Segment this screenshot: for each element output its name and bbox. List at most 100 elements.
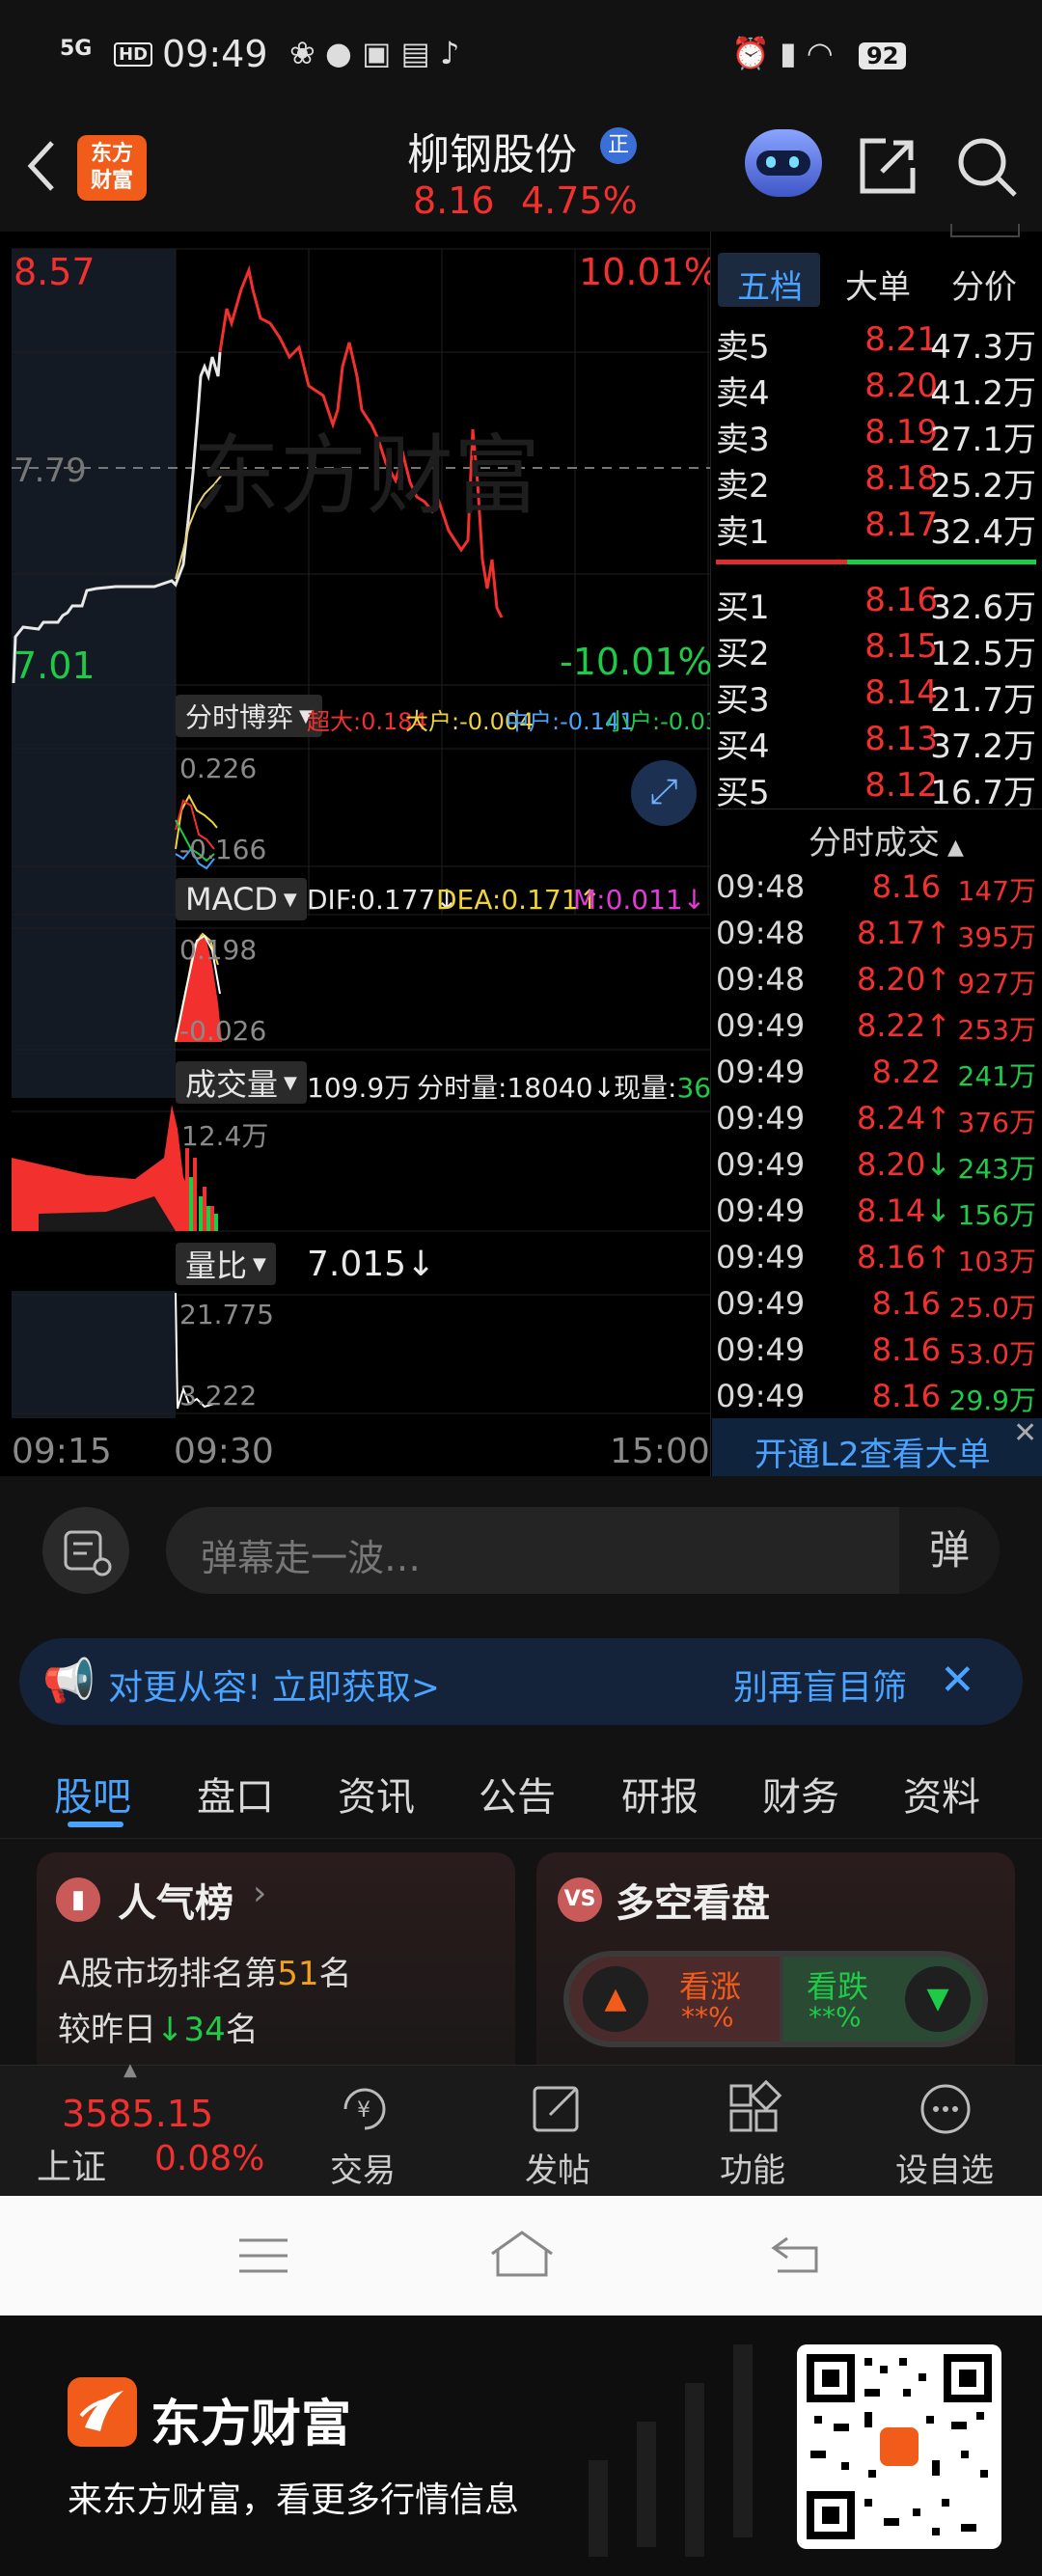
tab-pankou[interactable]: 盘口 [197, 1766, 274, 1822]
vs-icon: VS [558, 1877, 602, 1922]
clock: 09:49 [162, 33, 268, 75]
tab-price-distribution[interactable]: 分价 [951, 260, 1017, 308]
time-axis-label: 09:30 [174, 1432, 274, 1471]
tab-research[interactable]: 研报 [621, 1766, 699, 1822]
battery-icon: 92 [859, 42, 907, 69]
tab-profile[interactable]: 资料 [903, 1766, 980, 1822]
ind3-axis-top: 12.4万 [181, 1120, 269, 1152]
indicator-selector-2[interactable]: MACD ▼ [176, 878, 307, 920]
brand-name: 东方财富 [151, 2396, 352, 2453]
ask-bid-ratio-bar [716, 560, 847, 564]
trade-row: 09:48 8.20↑ 927万 [716, 961, 1036, 1000]
share-icon[interactable] [857, 135, 919, 197]
vote-bar: ▲ 看涨 **% 看跌 **% ▼ [563, 1951, 988, 2047]
ind1-axis-bottom: -0.166 [179, 834, 267, 865]
trade-row: 09:49 8.16↑ 103万 [716, 1239, 1036, 1277]
margin-badge: 正 [600, 127, 637, 164]
danmu-toggle-button[interactable]: 弹 [899, 1507, 1000, 1594]
change-percent: 4.75% [521, 179, 638, 222]
trade-row: 09:49 8.22 241万 [716, 1054, 1036, 1092]
ind2-axis-bottom: -0.026 [179, 1015, 267, 1047]
y-axis-mid: 7.79 [14, 452, 87, 490]
tab-announcements[interactable]: 公告 [479, 1766, 556, 1822]
vote-down-button[interactable]: 看跌 **% ▼ [783, 1957, 982, 2042]
tab-wudang[interactable]: 五档 [737, 260, 803, 308]
trade-row: 09:49 8.20↓ 243万 [716, 1146, 1036, 1185]
trade-row: 09:49 8.16 29.9万 [716, 1378, 1036, 1416]
tab-guba[interactable]: 股吧 [54, 1766, 131, 1822]
trades-title[interactable]: 分时成交 ▲ [809, 816, 964, 863]
index-change[interactable]: 0.08% [154, 2139, 264, 2179]
back-icon[interactable] [21, 137, 60, 195]
promo-banner[interactable]: 📢 对更从容! 立即获取> 别再盲目筛 ✕ [19, 1638, 1023, 1725]
tab-news[interactable]: 资讯 [338, 1766, 415, 1822]
danmu-input[interactable]: 弹幕走一波… 弹 [166, 1507, 1000, 1594]
ind1-axis-top: 0.226 [179, 753, 258, 784]
time-axis-label: 09:15 [12, 1432, 112, 1471]
dropdown-icon: ▼ [253, 1253, 266, 1274]
vote-up-pct: **% [681, 2001, 734, 2033]
rank-change-line: 较昨日↓34名 [58, 2011, 259, 2049]
nav-trade[interactable]: ¥ 交易 [289, 2074, 434, 2190]
ask-bid-ratio-bar [847, 560, 1036, 564]
current-price: 8.16 [413, 179, 495, 222]
tab-finance[interactable]: 财务 [762, 1766, 839, 1822]
volume-total: 109.9万 [307, 1072, 412, 1104]
close-icon[interactable]: ✕ [1013, 1416, 1037, 1450]
promo-footer: 东方财富 来东方财富，看更多行情信息 [0, 2316, 1042, 2576]
ask-row: 卖4 8.20 41.2万 [716, 367, 1036, 413]
search-icon[interactable] [955, 135, 1019, 199]
trade-row: 09:49 8.14↓ 156万 [716, 1192, 1036, 1231]
expand-up-icon[interactable]: ▲ [123, 2060, 137, 2080]
ind4-axis-bottom: 3.222 [179, 1380, 258, 1411]
bid-row: 买1 8.16 32.6万 [716, 581, 1036, 627]
close-icon[interactable]: ✕ [940, 1656, 975, 1705]
divider [716, 808, 1042, 809]
index-name[interactable]: 上证 [37, 2139, 106, 2189]
promo-text: 对更从容! 立即获取> [108, 1668, 441, 1708]
y-axis-min: 7.01 [14, 644, 96, 687]
network-indicator: 5G [60, 37, 93, 61]
trade-row: 09:49 8.22↑ 253万 [716, 1007, 1036, 1046]
expand-chart-icon[interactable]: ⤢ [631, 760, 697, 826]
trade-row: 09:49 8.24↑ 376万 [716, 1100, 1036, 1138]
bid-row: 买4 8.13 37.2万 [716, 720, 1036, 766]
robot-assistant-icon[interactable] [745, 129, 822, 197]
dropdown-icon: ▼ [283, 889, 297, 910]
sort-up-icon: ▲ [947, 836, 964, 860]
ranking-icon: ▮ [56, 1877, 100, 1922]
indicator-selector-3[interactable]: 成交量 ▼ [176, 1061, 307, 1104]
status-bar: 5G HD 09:49 ❀ ● ▣ ▤ ♪ ⏰ ▮ ◠ 92 [0, 0, 1042, 106]
back-nav-icon[interactable] [768, 2233, 822, 2277]
popularity-title: 人气榜 [118, 1881, 233, 1926]
danmu-settings-icon[interactable] [42, 1507, 129, 1594]
nav-functions[interactable]: 功能 [681, 2074, 826, 2190]
danmu-placeholder: 弹幕走一波… [201, 1537, 422, 1579]
l2-banner[interactable]: 开通L2查看大单 ✕ [712, 1416, 1042, 1476]
popularity-card[interactable]: ▮ 人气榜 › A股市场排名第51名 较昨日↓34名 [37, 1852, 515, 2065]
stock-name: 柳钢股份 [407, 130, 577, 179]
indicator-selector-4[interactable]: 量比 ▼ [176, 1243, 276, 1285]
home-icon[interactable] [488, 2229, 556, 2279]
index-value[interactable]: 3585.15 [62, 2093, 213, 2135]
ask-row: 卖1 8.17 32.4万 [716, 506, 1036, 552]
vote-up-button[interactable]: ▲ 看涨 **% [569, 1957, 780, 2042]
bid-row: 买3 8.14 21.7万 [716, 673, 1036, 720]
stock-header: 东方财富 柳钢股份 正 8.16 4.75% [0, 106, 1042, 232]
promo-dismiss-link[interactable]: 别再盲目筛 [733, 1659, 907, 1710]
footer-slogan: 来东方财富，看更多行情信息 [68, 2480, 520, 2520]
brand-logo-icon [68, 2377, 137, 2447]
nav-add-watchlist[interactable]: 设自选 [874, 2074, 1019, 2190]
volume-minute: 分时量:18040↓ [417, 1072, 616, 1104]
trade-row: 09:48 8.16 147万 [716, 868, 1036, 907]
time-axis-label: 15:00 [610, 1432, 710, 1471]
long-short-card[interactable]: VS 多空看盘 ▲ 看涨 **% 看跌 **% ▼ [536, 1852, 1015, 2065]
tab-big-orders[interactable]: 大单 [845, 260, 911, 308]
vote-down-pct: **% [809, 2001, 862, 2033]
svg-text:¥: ¥ [357, 2098, 370, 2123]
bid-row: 买2 8.15 12.5万 [716, 627, 1036, 673]
nav-post[interactable]: 发帖 [486, 2074, 631, 2190]
menu-icon[interactable] [237, 2234, 289, 2277]
indicator-selector-1[interactable]: 分时博弈 ▼ [176, 695, 322, 737]
pct-axis-max: 10.01% [579, 251, 719, 293]
